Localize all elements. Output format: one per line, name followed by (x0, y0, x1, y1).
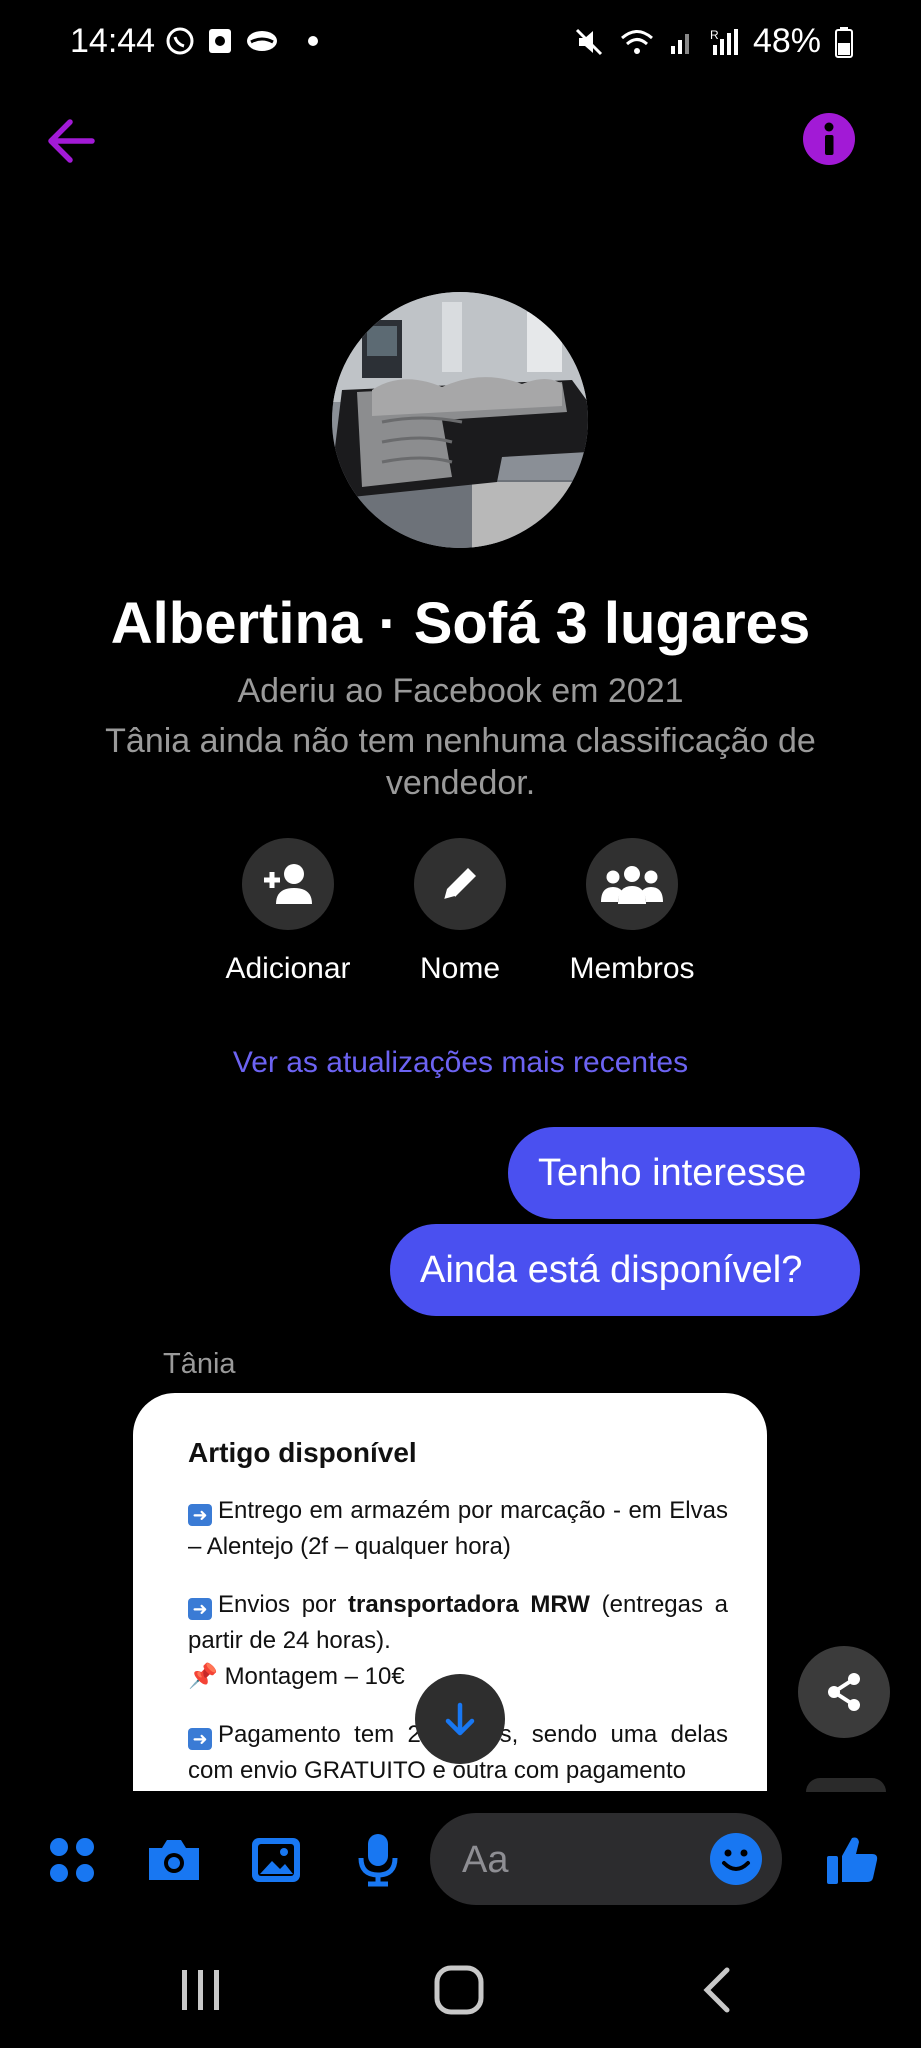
arrow-right-icon: ➜ (188, 1598, 212, 1620)
pin-icon: 📌 (188, 1663, 218, 1690)
arrow-right-icon: ➜ (188, 1728, 212, 1750)
status-right: R 48% (573, 22, 853, 61)
microphone-button[interactable] (346, 1828, 410, 1892)
chevron-left-icon (703, 1967, 730, 2013)
add-action-circle[interactable] (242, 838, 334, 930)
dot-icon (308, 36, 318, 46)
home-icon (434, 1965, 484, 2015)
battery-percent: 48% (752, 22, 821, 60)
conversation-title: Albertina · Sofá 3 lugares (110, 591, 811, 656)
recent-apps-button[interactable] (166, 1960, 236, 2020)
battery-icon (835, 26, 853, 58)
sofa-photo (332, 292, 588, 548)
members-action-circle[interactable] (586, 838, 678, 930)
outlook-icon (209, 29, 231, 53)
arrow-left-icon (48, 119, 95, 163)
outgoing-message[interactable]: Tenho interesse (508, 1127, 860, 1219)
add-action-label: Adicionar (225, 952, 351, 985)
rating-text: Tânia ainda não tem nenhuma classificaçã… (105, 722, 816, 802)
info-icon (824, 122, 834, 155)
scroll-to-bottom-button[interactable] (415, 1674, 505, 1764)
card-text: Montagem – 10€ (224, 1663, 405, 1690)
sender-name: Tânia (163, 1348, 236, 1380)
camera-icon (149, 1840, 199, 1880)
card-text: Envios por (218, 1591, 349, 1618)
name-action-circle[interactable] (414, 838, 506, 930)
nav-back-button[interactable] (682, 1960, 752, 2020)
apps-icon (50, 1838, 94, 1882)
listing-avatar[interactable] (332, 292, 588, 548)
signal-icon (670, 33, 689, 54)
name-action-label: Nome (419, 952, 501, 985)
outgoing-message[interactable]: Ainda está disponível? (390, 1224, 860, 1316)
wifi-icon (620, 29, 653, 54)
members-action[interactable]: Membros (547, 838, 717, 986)
share-button[interactable] (798, 1646, 890, 1738)
like-button[interactable] (820, 1828, 884, 1892)
gallery-button[interactable] (244, 1828, 308, 1892)
share-icon (828, 1673, 860, 1711)
card-paragraph: ➜ Entrego em armazém por marcação - em El… (188, 1493, 728, 1565)
card-text-bold: transportadora MRW (348, 1591, 590, 1618)
card-title: Artigo disponível (188, 1437, 417, 1468)
status-time: 14:44 (70, 22, 156, 60)
reaction-button[interactable] (806, 1778, 886, 1792)
gallery-icon (252, 1838, 300, 1882)
card-text: Entrego em armazém por marcação - em Elv… (188, 1497, 728, 1560)
info-button[interactable] (803, 113, 855, 165)
emoji-button[interactable] (710, 1833, 762, 1885)
home-button[interactable] (424, 1960, 494, 2020)
message-input-wrapper[interactable] (430, 1813, 782, 1907)
whatsapp-icon (166, 27, 194, 55)
members-action-label: Membros (569, 952, 695, 985)
recent-updates-link[interactable]: Ver as atualizações mais recentes (0, 1046, 921, 1080)
arrow-right-icon: ➜ (188, 1504, 212, 1526)
add-person-icon (264, 864, 312, 904)
microphone-icon (358, 1834, 398, 1887)
group-icon (601, 866, 663, 904)
arrow-down-icon (445, 1702, 475, 1736)
add-action[interactable]: Adicionar (203, 838, 373, 986)
recent-apps-icon (182, 1970, 219, 2010)
mute-icon (575, 28, 602, 55)
thumbs-up-icon (827, 1837, 878, 1884)
card-paragraph: ➜ Envios por transportadora MRW (entregas… (188, 1587, 728, 1659)
apps-button[interactable] (40, 1828, 104, 1892)
signal-r-icon: R (710, 28, 738, 55)
camera-button[interactable] (142, 1828, 206, 1892)
emoji-icon (722, 1849, 750, 1871)
joined-text: Aderiu ao Facebook em 2021 (237, 672, 684, 710)
pencil-icon (443, 868, 476, 901)
svg-text:R: R (710, 28, 719, 42)
back-button[interactable] (42, 112, 100, 170)
name-action[interactable]: Nome (375, 838, 545, 986)
status-notification-icons (165, 26, 321, 56)
cloud-icon (247, 31, 277, 51)
message-input[interactable] (460, 1813, 704, 1907)
